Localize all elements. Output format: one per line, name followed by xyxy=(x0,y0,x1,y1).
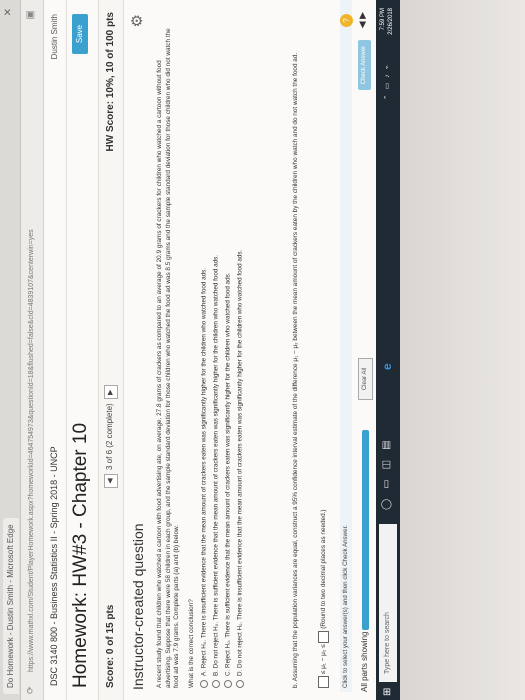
confidence-interval-row: ≤ μ₁ − μ₂ ≤ (Round to two decimal places… xyxy=(318,509,329,688)
option-text: Reject H₀. There is insufficient evidenc… xyxy=(200,267,208,669)
course-title[interactable]: DSC 3140 800 - Business Statistics II - … xyxy=(49,446,59,686)
instruction-bar: Click to select your answer(s) and then … xyxy=(340,0,352,692)
close-icon[interactable]: ✕ xyxy=(3,8,14,16)
windows-start-icon[interactable]: ⊞ xyxy=(382,688,393,696)
option-letter: C. xyxy=(224,669,232,676)
part-b-text: b. Assuming that the population variance… xyxy=(292,52,299,688)
ci-inequality: ≤ μ₁ − μ₂ ≤ xyxy=(320,644,328,675)
taskbar-app-icons[interactable]: ◯▭◫▤ xyxy=(381,430,392,510)
upper-bound-input[interactable] xyxy=(318,630,329,643)
gear-icon[interactable]: ⚙ xyxy=(128,14,146,27)
option-letter: B. xyxy=(212,670,220,676)
taskbar-clock[interactable]: 7:59 PM 2/26/2018 xyxy=(379,8,395,35)
url-field[interactable]: https://www.mathxl.com/Student/PlayerHom… xyxy=(26,112,38,672)
option-text: Do not reject H₀. There is sufficient ev… xyxy=(212,254,220,669)
option-text: Do not reject H₀. There is insufficient … xyxy=(236,249,244,668)
option-b[interactable]: B. Do not reject H₀. There is sufficient… xyxy=(212,255,220,688)
system-tray-icons[interactable]: ⌃▭♪⌁ xyxy=(383,60,391,100)
user-name[interactable]: Dustin Smith xyxy=(50,14,59,59)
previous-question-icon[interactable]: ◀ xyxy=(104,474,118,488)
question-score: Score: 0 of 15 pts xyxy=(105,604,116,688)
taskbar-search-input[interactable]: Type here to search xyxy=(379,524,397,682)
radio-icon[interactable] xyxy=(212,680,220,688)
radio-icon[interactable] xyxy=(236,680,244,688)
problem-text: A recent study found that children who w… xyxy=(156,28,181,688)
option-d[interactable]: D. Do not reject H₀. There is insufficie… xyxy=(236,250,244,688)
refresh-icon[interactable]: ⟳ xyxy=(25,686,36,694)
browser-tab[interactable]: Do Homework - Dustin Smith - Microsoft E… xyxy=(3,518,19,694)
photo-stage: Do Homework - Dustin Smith - Microsoft E… xyxy=(0,0,525,700)
part-navigation-icon[interactable]: ◀ ▶ xyxy=(357,12,368,28)
lower-bound-input[interactable] xyxy=(318,676,329,688)
option-a[interactable]: A. Reject H₀. There is insufficient evid… xyxy=(200,268,208,688)
page-title: Homework: HW#3 - Chapter 10 xyxy=(70,422,91,688)
help-icon[interactable]: ? xyxy=(340,14,353,27)
option-c[interactable]: C. Reject H₀. There is sufficient eviden… xyxy=(224,272,232,688)
question-position: 3 of 6 (2 complete) xyxy=(105,403,114,470)
address-bar: ⟳ https://www.mathxl.com/Student/PlayerH… xyxy=(21,0,44,700)
desk-surface xyxy=(400,0,525,700)
save-button[interactable]: Save xyxy=(72,14,88,54)
browser-title-bar: Do Homework - Dustin Smith - Microsoft E… xyxy=(0,0,21,700)
windows-taskbar: ⊞ Type here to search ◯▭◫▤ e ⌃▭♪⌁ 7:59 P… xyxy=(376,0,400,700)
reading-view-icon[interactable]: ▣ xyxy=(25,10,36,19)
check-answer-button[interactable]: Check Answer xyxy=(358,40,371,90)
option-letter: D. xyxy=(236,669,244,676)
option-text: Reject H₀. There is sufficient evidence … xyxy=(224,272,232,668)
clock-date: 2/26/2018 xyxy=(388,8,394,35)
rotated-screen: Do Homework - Dustin Smith - Microsoft E… xyxy=(0,0,525,700)
all-parts-label: All parts showing xyxy=(360,631,369,692)
question-navigator: ◀ 3 of 6 (2 complete) ▶ xyxy=(103,381,118,492)
clear-all-button[interactable]: Clear All xyxy=(358,358,373,400)
question-title: Instructor-created question xyxy=(130,523,146,690)
parts-progress-bar xyxy=(362,430,369,630)
clock-time: 7:59 PM xyxy=(380,8,386,31)
homework-score: HW Score: 10%, 10 of 100 pts xyxy=(105,12,116,152)
score-bar: Score: 0 of 15 pts ◀ 3 of 6 (2 complete) ▶… xyxy=(98,0,124,700)
edge-browser-icon[interactable]: e xyxy=(380,363,394,370)
option-letter: A. xyxy=(200,670,208,676)
next-question-icon[interactable]: ▶ xyxy=(104,385,118,400)
radio-icon[interactable] xyxy=(200,680,208,688)
conclusion-question: What is the correct conclusion? xyxy=(188,599,195,688)
course-header: DSC 3140 800 - Business Statistics II - … xyxy=(44,0,67,700)
radio-icon[interactable] xyxy=(224,680,232,688)
rounding-note: (Round to two decimal places as needed.) xyxy=(320,509,328,629)
